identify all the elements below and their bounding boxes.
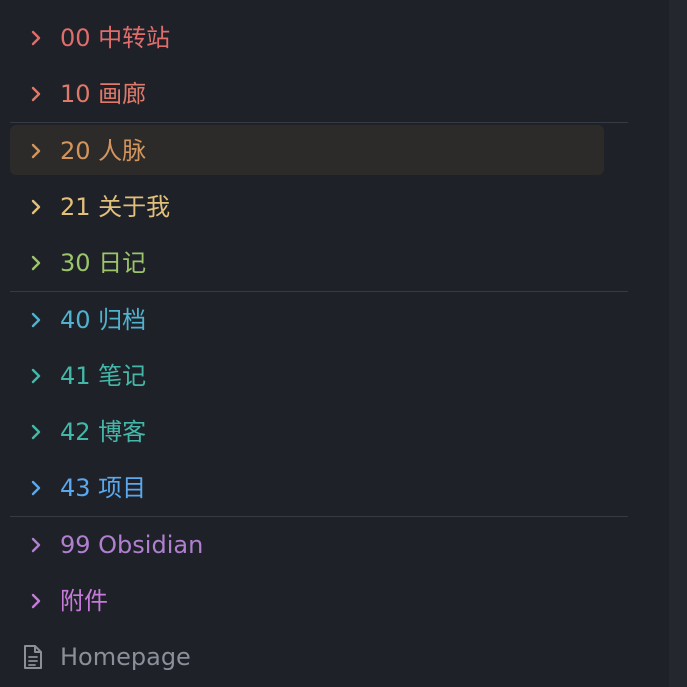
chevron-right-icon[interactable]	[28, 86, 44, 102]
folder-label: 21 关于我	[60, 193, 171, 221]
folder-30[interactable]: 30 日记	[0, 235, 669, 291]
folder-label: 99 Obsidian	[60, 531, 204, 559]
folder-label: 42 博客	[60, 418, 147, 446]
chevron-right-icon[interactable]	[28, 593, 44, 609]
chevron-right-icon[interactable]	[28, 199, 44, 215]
scrollbar-track[interactable]	[669, 0, 687, 687]
chevron-right-icon[interactable]	[28, 143, 44, 159]
folder-40[interactable]: 40 归档	[0, 292, 669, 348]
folder-label: 30 日记	[60, 249, 147, 277]
folder-20[interactable]: 20 人脉	[0, 123, 669, 179]
file-label: Homepage	[60, 643, 191, 671]
folder-label: 10 画廊	[60, 80, 147, 108]
folder-label: 00 中转站	[60, 24, 171, 52]
file-icon	[22, 644, 44, 670]
folder-43[interactable]: 43 项目	[0, 460, 669, 516]
chevron-right-icon[interactable]	[28, 424, 44, 440]
folder-label: 41 笔记	[60, 362, 147, 390]
file-homepage[interactable]: Homepage	[0, 629, 669, 685]
folder-10[interactable]: 10 画廊	[0, 66, 669, 122]
folder-99[interactable]: 99 Obsidian	[0, 517, 669, 573]
folder-21[interactable]: 21 关于我	[0, 179, 669, 235]
chevron-right-icon[interactable]	[28, 368, 44, 384]
folder-label: 40 归档	[60, 306, 147, 334]
file-explorer-pane: 00 中转站 10 画廊 20 人脉 21 关于我 30 日记 40 归档 41…	[0, 0, 669, 687]
folder-attachments[interactable]: 附件	[0, 573, 669, 629]
chevron-right-icon[interactable]	[28, 30, 44, 46]
chevron-right-icon[interactable]	[28, 537, 44, 553]
folder-label: 43 项目	[60, 474, 147, 502]
file-tree: 00 中转站 10 画廊 20 人脉 21 关于我 30 日记 40 归档 41…	[0, 10, 669, 685]
folder-label: 附件	[60, 587, 108, 615]
chevron-right-icon[interactable]	[28, 312, 44, 328]
chevron-right-icon[interactable]	[28, 255, 44, 271]
folder-42[interactable]: 42 博客	[0, 404, 669, 460]
chevron-right-icon[interactable]	[28, 480, 44, 496]
folder-41[interactable]: 41 笔记	[0, 348, 669, 404]
folder-label: 20 人脉	[60, 137, 147, 165]
folder-00[interactable]: 00 中转站	[0, 10, 669, 66]
